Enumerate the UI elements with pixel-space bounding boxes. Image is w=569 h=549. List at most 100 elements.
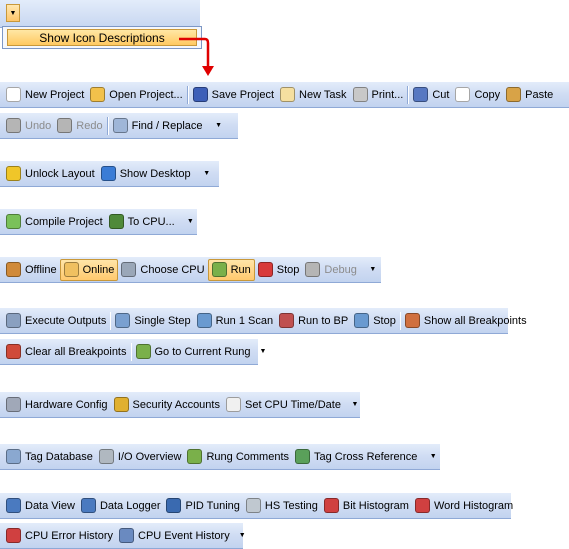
pid-tuning-button[interactable]: PID Tuning xyxy=(163,495,242,517)
redo-button[interactable]: Redo xyxy=(54,115,105,137)
paste-label: Paste xyxy=(525,88,554,101)
stop-label: Stop xyxy=(373,314,396,327)
show-desktop-label: Show Desktop xyxy=(119,167,191,180)
execute-outputs-button[interactable]: Execute Outputs xyxy=(3,310,109,332)
find-replace-icon xyxy=(112,118,128,133)
i-o-overview-label: I/O Overview xyxy=(117,450,182,463)
toolbar-options-dropdown[interactable]: ▼ xyxy=(212,115,226,137)
tag-cross-reference-label: Tag Cross Reference xyxy=(314,450,418,463)
tag-cross-reference-button[interactable]: Tag Cross Reference xyxy=(292,446,420,468)
hardware-config-label: Hardware Config xyxy=(25,398,108,411)
rung-comments-icon xyxy=(187,449,203,464)
cpu-event-history-button[interactable]: CPU Event History xyxy=(116,525,233,547)
stop-button[interactable]: Stop xyxy=(255,259,303,281)
data-logger-button[interactable]: Data Logger xyxy=(78,495,164,517)
monitor-toolbar: Data View Data Logger PID Tuning HS Testing… xyxy=(0,493,513,519)
toolbar-options-dropdown[interactable]: ▼ xyxy=(200,163,214,185)
data-logger-icon xyxy=(80,498,96,513)
new-task-label: New Task xyxy=(299,88,347,101)
show-icon-descriptions-item[interactable]: Show Icon Descriptions xyxy=(7,29,197,46)
to-cpu-button[interactable]: To CPU... xyxy=(106,211,178,233)
copy-button[interactable]: Copy xyxy=(452,84,503,106)
tag-database-button[interactable]: Tag Database xyxy=(3,446,96,468)
word-histogram-label: Word Histogram xyxy=(433,499,514,512)
cut-label: Cut xyxy=(432,88,450,101)
toolbar-options-dropdown[interactable]: ▼ xyxy=(426,446,440,468)
show-all-breakpoints-label: Show all Breakpoints xyxy=(423,314,527,327)
new-project-button[interactable]: New Project xyxy=(3,84,87,106)
i-o-overview-button[interactable]: I/O Overview xyxy=(96,446,185,468)
toolbar-options-dropdown[interactable]: ▼ xyxy=(260,341,267,363)
choose-cpu-button[interactable]: Choose CPU xyxy=(118,259,207,281)
undo-button[interactable]: Undo xyxy=(3,115,54,137)
print-button[interactable]: Print... xyxy=(350,84,407,106)
new-task-button[interactable]: New Task xyxy=(277,84,349,106)
paste-button[interactable]: Paste xyxy=(503,84,556,106)
run-1-scan-label: Run 1 Scan xyxy=(215,314,274,327)
lock-icon xyxy=(6,166,21,181)
toolbar-options-dropdown[interactable]: ▼ xyxy=(6,4,20,22)
run-to-bp-button[interactable]: Run to BP xyxy=(276,310,351,332)
clear-breakpoints-icon xyxy=(6,344,21,359)
toolbar-options-dropdown[interactable]: ▼ xyxy=(350,394,360,416)
save-project-button[interactable]: Save Project xyxy=(190,84,277,106)
stop-button[interactable]: Stop xyxy=(351,310,399,332)
tag-database-label: Tag Database xyxy=(25,450,93,463)
security-accounts-button[interactable]: Security Accounts xyxy=(111,394,223,416)
unlock-layout-label: Unlock Layout xyxy=(25,167,95,180)
compile-project-button[interactable]: Compile Project xyxy=(3,211,106,233)
toolbar-options-dropdown[interactable]: ▼ xyxy=(366,259,380,281)
online-label: Online xyxy=(82,263,115,276)
hs-testing-label: HS Testing xyxy=(264,499,318,512)
save-project-label: Save Project xyxy=(211,88,275,101)
set-cpu-time-date-button[interactable]: Set CPU Time/Date xyxy=(223,394,344,416)
toolbar-separator xyxy=(106,116,109,135)
toolbar-separator xyxy=(407,85,410,104)
toolbar-options-dropdown[interactable]: ▼ xyxy=(239,525,246,547)
data-view-button[interactable]: Data View xyxy=(3,495,78,517)
pid-tuning-icon xyxy=(166,498,182,513)
cut-icon xyxy=(413,87,429,102)
unlock-layout-button[interactable]: Unlock Layout xyxy=(3,163,98,185)
word-histogram-button[interactable]: Word Histogram xyxy=(412,495,516,517)
open-project-button[interactable]: Open Project... xyxy=(87,84,185,106)
edit-toolbar: Undo Redo Find / Replace ▼ xyxy=(0,113,238,139)
offline-button[interactable]: Offline xyxy=(3,259,60,281)
security-accounts-label: Security Accounts xyxy=(132,398,220,411)
go-to-current-rung-button[interactable]: Go to Current Rung xyxy=(133,341,254,363)
rung-comments-button[interactable]: Rung Comments xyxy=(184,446,292,468)
bit-histogram-icon xyxy=(323,498,339,513)
hs-testing-button[interactable]: HS Testing xyxy=(243,495,321,517)
copy-label: Copy xyxy=(474,88,501,101)
breakpoints-toolbar: Clear all Breakpoints Go to Current Rung ▼ xyxy=(0,339,266,365)
new-project-label: New Project xyxy=(25,88,85,101)
pid-tuning-label: PID Tuning xyxy=(185,499,240,512)
open-folder-icon xyxy=(90,87,106,102)
online-button[interactable]: Online xyxy=(59,258,119,281)
data-view-icon xyxy=(6,498,21,513)
run-button[interactable]: Run xyxy=(207,258,255,281)
word-histogram-icon xyxy=(414,498,430,513)
single-step-label: Single Step xyxy=(134,314,191,327)
run-1-scan-button[interactable]: Run 1 Scan xyxy=(194,310,276,332)
show-all-breakpoints-button[interactable]: Show all Breakpoints xyxy=(402,310,530,332)
stop-label: Stop xyxy=(276,263,300,276)
toolbar-options-dropdown[interactable]: ▼ xyxy=(184,211,197,233)
single-step-button[interactable]: Single Step xyxy=(112,310,193,332)
cut-button[interactable]: Cut xyxy=(410,84,452,106)
cross-reference-icon xyxy=(295,449,311,464)
hardware-config-button[interactable]: Hardware Config xyxy=(3,394,111,416)
cpu-error-history-button[interactable]: CPU Error History xyxy=(3,525,116,547)
debug-toolbar: Execute Outputs Single Step Run 1 Scan Run … xyxy=(0,308,527,334)
clear-all-breakpoints-button[interactable]: Clear all Breakpoints xyxy=(3,341,130,363)
show-desktop-button[interactable]: Show Desktop xyxy=(98,163,194,185)
choose-cpu-icon xyxy=(121,262,137,277)
rung-comments-label: Rung Comments xyxy=(206,450,290,463)
print-label: Print... xyxy=(371,88,404,101)
debug-button[interactable]: Debug xyxy=(302,259,359,281)
execute-outputs-icon xyxy=(6,313,21,328)
cpu-mode-toolbar: Offline Online Choose CPU Run Stop Debug ▼ xyxy=(0,257,381,283)
find-replace-button[interactable]: Find / Replace xyxy=(110,115,206,137)
bit-histogram-button[interactable]: Bit Histogram xyxy=(321,495,412,517)
cpu-error-icon xyxy=(6,528,21,543)
